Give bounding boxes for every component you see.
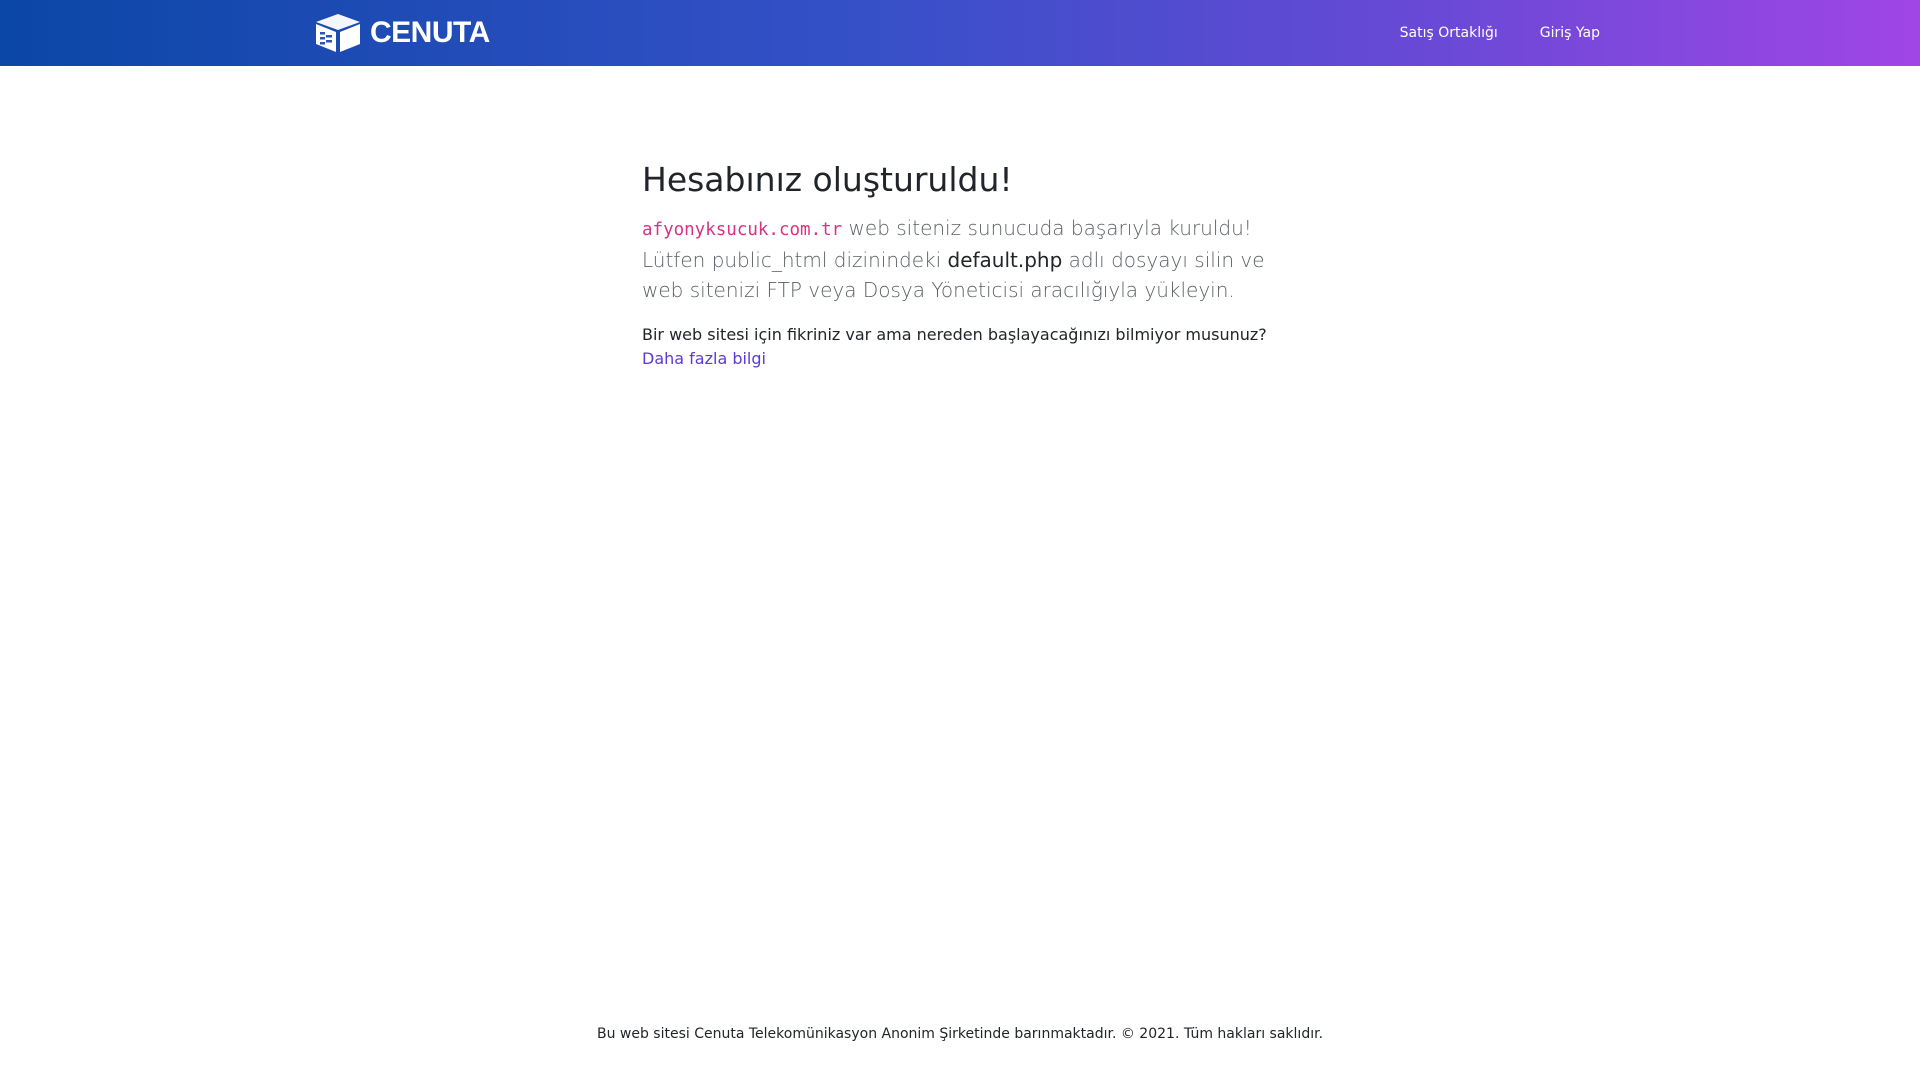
handshake-icon (1388, 26, 1396, 40)
more-info-link[interactable]: Daha fazla bilgi (642, 349, 766, 368)
brand-name: CENUTA (370, 16, 490, 49)
domain-name: afyonyksucuk.com.tr (642, 220, 843, 240)
main-content: Hesabınız oluşturuldu! afyonyksucuk.com.… (642, 160, 1282, 372)
nav-login-label: Giriş Yap (1539, 25, 1600, 41)
box-icon (316, 14, 360, 52)
nav-links: Satış Ortaklığı Giriş Yap (1358, 0, 1600, 66)
file-name: default.php (947, 248, 1063, 272)
lead-text: afyonyksucuk.com.tr web siteniz sunucuda… (642, 213, 1282, 305)
footer-text: Bu web sitesi Cenuta Telekomünikasyon An… (596, 1026, 1324, 1042)
question-text: Bir web sitesi için fikriniz var ama ner… (642, 325, 1267, 344)
more-info-label: Daha fazla bilgi (642, 349, 766, 368)
nav-affiliate-label: Satış Ortaklığı (1399, 25, 1498, 41)
nav-affiliate-link[interactable]: Satış Ortaklığı (1388, 25, 1498, 41)
brand-logo[interactable]: CENUTA (312, 12, 490, 54)
nav-login-link[interactable]: Giriş Yap (1528, 25, 1600, 41)
top-navbar: CENUTA Satış Ortaklığı Giriş Yap (0, 0, 1920, 66)
page-title: Hesabınız oluşturuldu! (642, 160, 1013, 199)
sign-in-icon (1528, 26, 1536, 40)
